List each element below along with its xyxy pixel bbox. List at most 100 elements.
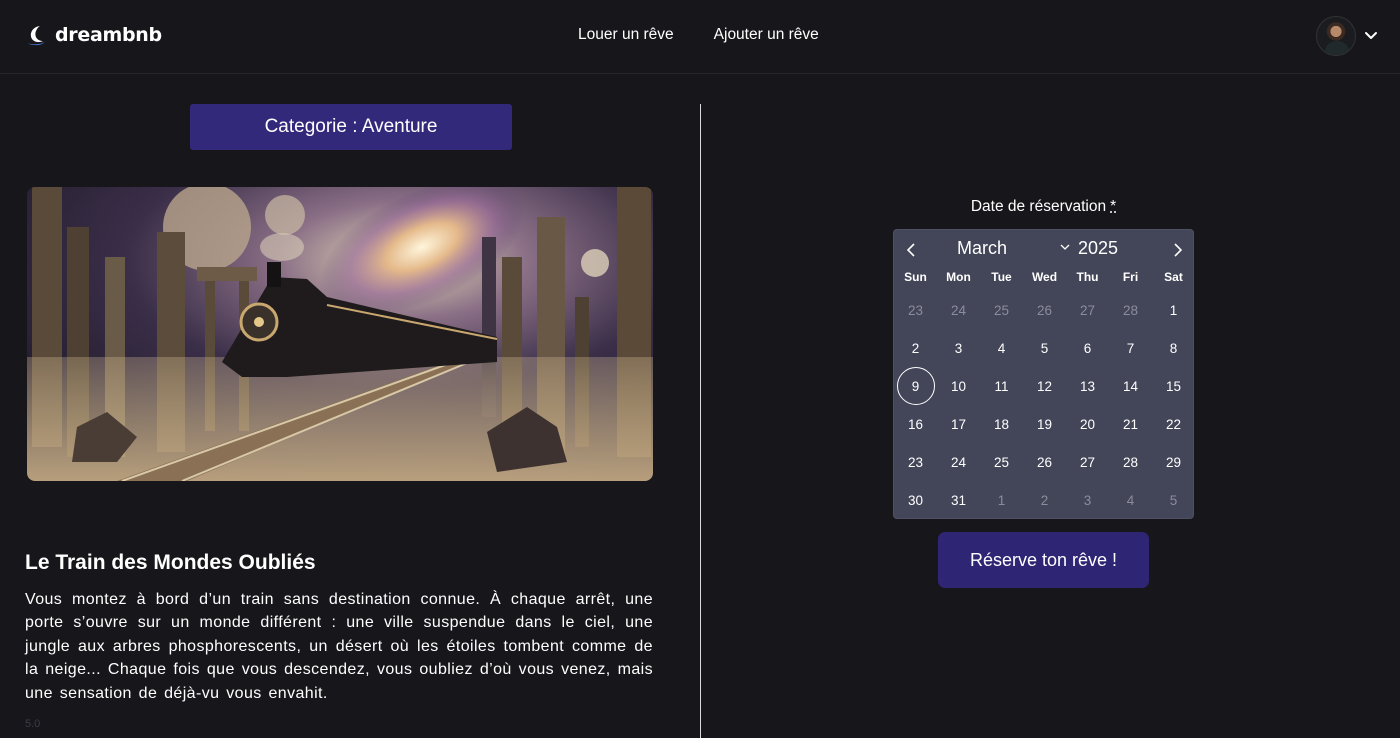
- nav-add-dream-link[interactable]: Ajouter un rêve: [714, 26, 819, 44]
- calendar-day[interactable]: 12: [1023, 367, 1066, 405]
- calendar-day-number: 11: [994, 378, 1009, 394]
- calendar-day-number: 5: [1040, 340, 1049, 356]
- reserve-button[interactable]: Réserve ton rêve !: [938, 532, 1149, 588]
- date-picker[interactable]: March 2025 Sun Mon Tue Wed Thu Fri Sat 2…: [893, 229, 1194, 519]
- user-menu[interactable]: [1316, 16, 1378, 56]
- calendar-day-number: 30: [907, 492, 924, 508]
- chevron-left-icon[interactable]: [904, 242, 920, 258]
- calendar-day[interactable]: 22: [1152, 405, 1195, 443]
- calendar-day[interactable]: 14: [1109, 367, 1152, 405]
- calendar-day-number: 4: [997, 340, 1006, 356]
- logo-text: dreambnb: [55, 24, 162, 46]
- calendar-day[interactable]: 13: [1066, 367, 1109, 405]
- weekday-label: Fri: [1122, 270, 1139, 284]
- calendar-day[interactable]: 8: [1152, 329, 1195, 367]
- calendar-day[interactable]: 4: [1109, 481, 1152, 519]
- calendar-day[interactable]: 27: [1066, 291, 1109, 329]
- calendar-day-number: 9: [896, 367, 935, 405]
- calendar-day-number: 23: [907, 302, 924, 318]
- weekday-label: Sun: [904, 270, 927, 284]
- calendar-day[interactable]: 4: [980, 329, 1023, 367]
- calendar-day-number: 26: [1036, 302, 1053, 318]
- calendar-day[interactable]: 11: [980, 367, 1023, 405]
- required-mark: *: [1110, 198, 1117, 215]
- top-header: dreambnb Louer un rêve Ajouter un rêve: [0, 0, 1400, 74]
- avatar[interactable]: [1316, 16, 1356, 56]
- calendar-day-number: 10: [950, 378, 967, 394]
- calendar-day[interactable]: 2: [894, 329, 937, 367]
- listing-title: Le Train des Mondes Oubliés: [25, 551, 316, 574]
- calendar-day-number: 21: [1122, 416, 1139, 432]
- calendar-day[interactable]: 26: [1023, 443, 1066, 481]
- calendar-day-number: 29: [1165, 454, 1182, 470]
- calendar-day[interactable]: 25: [980, 291, 1023, 329]
- calendar-day[interactable]: 10: [937, 367, 980, 405]
- calendar-day[interactable]: 27: [1066, 443, 1109, 481]
- calendar-day[interactable]: 21: [1109, 405, 1152, 443]
- calendar-day[interactable]: 2: [1023, 481, 1066, 519]
- calendar-day[interactable]: 24: [937, 443, 980, 481]
- calendar-day[interactable]: 23: [894, 443, 937, 481]
- calendar-day[interactable]: 24: [937, 291, 980, 329]
- weekday-label: Tue: [991, 270, 1012, 284]
- calendar-day-number: 6: [1083, 340, 1092, 356]
- calendar-day[interactable]: 28: [1109, 291, 1152, 329]
- calendar-day-number: 15: [1165, 378, 1182, 394]
- weekday-label: Thu: [1076, 270, 1099, 284]
- calendar-day[interactable]: 29: [1152, 443, 1195, 481]
- calendar-days: 23 24 25 26 27 28 1 2 3 4 5 6 7 8 9 10 11 12 13 14 15 16 17 18 1…: [894, 291, 1195, 519]
- calendar-day[interactable]: 31: [937, 481, 980, 519]
- date-label-text: Date de réservation: [970, 198, 1107, 215]
- calendar-day-number: 5: [1169, 492, 1178, 508]
- calendar-day-number: 18: [993, 416, 1010, 432]
- calendar-day-number: 8: [1169, 340, 1178, 356]
- calendar-day-number: 28: [1122, 302, 1139, 318]
- calendar-day[interactable]: 20: [1066, 405, 1109, 443]
- nav-rent-dream-link[interactable]: Louer un rêve: [578, 26, 674, 44]
- calendar-day[interactable]: 5: [1023, 329, 1066, 367]
- chevron-down-icon[interactable]: [1364, 31, 1378, 41]
- calendar-day-number: 19: [1036, 416, 1053, 432]
- calendar-day[interactable]: 3: [1066, 481, 1109, 519]
- column-divider: [700, 104, 701, 738]
- calendar-day-number: 25: [993, 454, 1010, 470]
- calendar-day-number: 17: [950, 416, 967, 432]
- calendar-day-number: 26: [1036, 454, 1053, 470]
- calendar-day[interactable]: 23: [894, 291, 937, 329]
- calendar-day[interactable]: 30: [894, 481, 937, 519]
- calendar-day[interactable]: 25: [980, 443, 1023, 481]
- date-label: Date de réservation *: [893, 198, 1194, 216]
- calendar-day[interactable]: 28: [1109, 443, 1152, 481]
- calendar-year-input[interactable]: 2025: [1078, 238, 1118, 259]
- calendar-weekdays: Sun Mon Tue Wed Thu Fri Sat: [894, 270, 1195, 284]
- calendar-day[interactable]: 17: [937, 405, 980, 443]
- calendar-day-number: 25: [993, 302, 1010, 318]
- calendar-day[interactable]: 26: [1023, 291, 1066, 329]
- calendar-day[interactable]: 7: [1109, 329, 1152, 367]
- calendar-day[interactable]: 1: [1152, 291, 1195, 329]
- calendar-day[interactable]: 19: [1023, 405, 1066, 443]
- calendar-day-number: 13: [1079, 378, 1096, 394]
- calendar-day-number: 24: [950, 454, 967, 470]
- calendar-day[interactable]: 6: [1066, 329, 1109, 367]
- calendar-day[interactable]: 15: [1152, 367, 1195, 405]
- chevron-right-icon[interactable]: [1169, 242, 1185, 258]
- logo[interactable]: dreambnb: [26, 24, 162, 46]
- calendar-day-number: 20: [1079, 416, 1096, 432]
- chevron-down-icon[interactable]: [1060, 242, 1070, 252]
- calendar-day-number: 31: [950, 492, 967, 508]
- calendar-day[interactable]: 5: [1152, 481, 1195, 519]
- calendar-month-select[interactable]: March: [957, 238, 1007, 259]
- listing-image: [27, 187, 653, 481]
- calendar-day-number: 23: [907, 454, 924, 470]
- calendar-day[interactable]: 3: [937, 329, 980, 367]
- rating-value: 5.0: [25, 718, 41, 730]
- calendar-day[interactable]: 1: [980, 481, 1023, 519]
- calendar-day-today[interactable]: 9: [894, 367, 937, 405]
- calendar-day-number: 14: [1122, 378, 1139, 394]
- calendar-day[interactable]: 18: [980, 405, 1023, 443]
- calendar-day-number: 28: [1122, 454, 1139, 470]
- calendar-day-number: 12: [1036, 378, 1053, 394]
- calendar-day[interactable]: 16: [894, 405, 937, 443]
- calendar-day-number: 24: [950, 302, 967, 318]
